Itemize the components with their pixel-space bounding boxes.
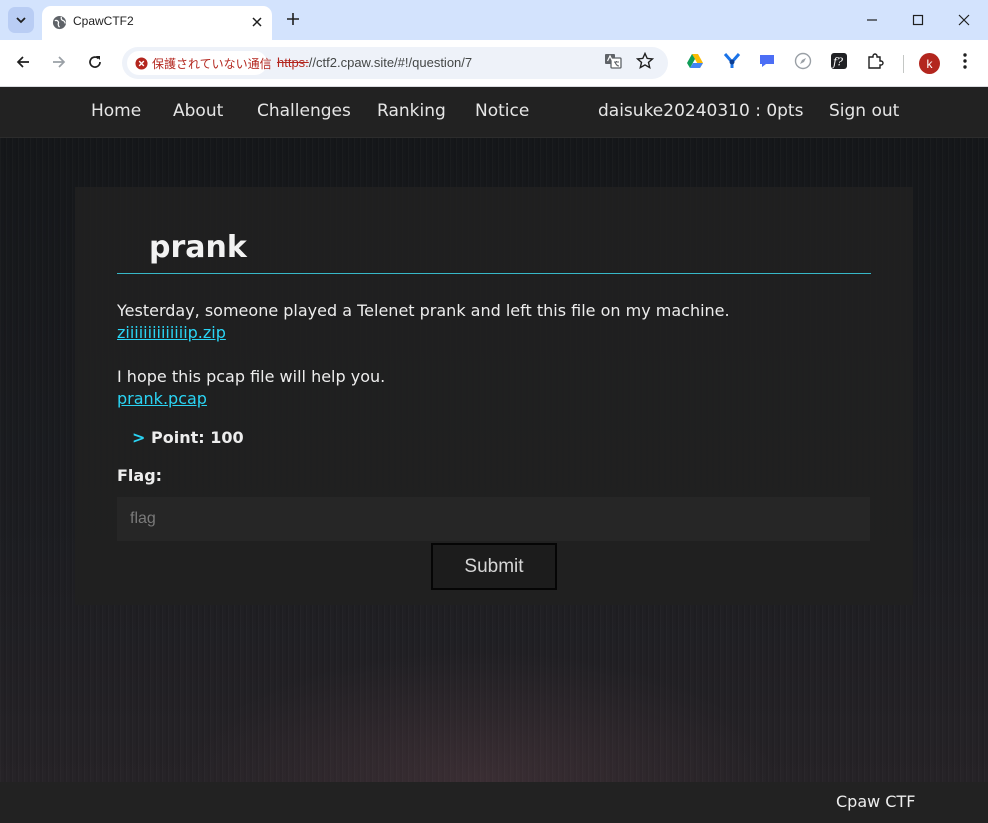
question-description-2: I hope this pcap file will help you.	[117, 367, 386, 386]
warning-icon	[135, 56, 148, 70]
url-path: //ctf2.cpaw.site/#!/question/7	[308, 55, 473, 70]
submit-button[interactable]: Submit	[431, 543, 557, 590]
tab-title: CpawCTF2	[73, 14, 134, 28]
formula-icon: f?	[830, 52, 848, 74]
new-tab-button[interactable]	[282, 9, 304, 31]
nav-ranking[interactable]: Ranking	[377, 101, 446, 121]
forward-icon	[51, 54, 67, 74]
site-footer: Cpaw CTF	[0, 782, 988, 823]
compass-icon	[794, 52, 812, 74]
points-value: Point: 100	[150, 428, 244, 447]
maximize-icon	[912, 11, 924, 30]
footer-text: Cpaw CTF	[836, 792, 916, 811]
puzzle-icon	[866, 52, 884, 74]
chat-icon	[758, 52, 776, 74]
address-bar[interactable]: 保護されていない通信 https://ctf2.cpaw.site/#!/que…	[122, 47, 668, 79]
security-label: 保護されていない通信	[152, 56, 272, 71]
site-navbar: Home About Challenges Ranking Notice dai…	[0, 87, 988, 138]
question-description-1: Yesterday, someone played a Telenet pran…	[117, 301, 730, 320]
zip-download-link[interactable]: ziiiiiiiiiiiiiip.zip	[117, 323, 226, 342]
security-chip[interactable]: 保護されていない通信	[127, 51, 272, 75]
browser-menu-button[interactable]	[954, 52, 976, 74]
reload-button[interactable]	[82, 51, 108, 77]
url-scheme: https:	[277, 55, 309, 70]
translate-icon	[604, 52, 622, 74]
nav-sign-out[interactable]: Sign out	[829, 101, 899, 121]
browser-tab-active[interactable]: CpawCTF2	[42, 6, 272, 40]
close-icon[interactable]	[248, 13, 266, 31]
maximize-button[interactable]	[895, 0, 941, 40]
close-window-button[interactable]	[941, 0, 987, 40]
pcap-download-link[interactable]: prank.pcap	[117, 389, 207, 408]
points-label: > Point: 100	[132, 428, 244, 447]
minimize-icon	[866, 11, 878, 30]
nav-notice[interactable]: Notice	[475, 101, 529, 121]
url-text[interactable]: https://ctf2.cpaw.site/#!/question/7	[277, 55, 472, 70]
reload-icon	[87, 54, 103, 74]
question-title: prank	[149, 230, 247, 265]
y-extension[interactable]	[721, 52, 743, 74]
title-underline	[117, 273, 871, 274]
formula-extension[interactable]: f?	[828, 52, 850, 74]
flag-label: Flag:	[117, 466, 163, 485]
star-icon	[635, 51, 655, 74]
extensions-button[interactable]	[864, 52, 886, 74]
forward-button[interactable]	[46, 51, 72, 77]
compass-extension[interactable]	[792, 52, 814, 74]
back-icon	[15, 54, 31, 74]
browser-toolbar: 保護されていない通信 https://ctf2.cpaw.site/#!/que…	[0, 40, 988, 87]
svg-text:f?: f?	[832, 56, 843, 69]
plus-icon	[286, 11, 300, 30]
nav-home[interactable]: Home	[91, 101, 141, 121]
google-drive-extension[interactable]	[684, 52, 706, 74]
tab-search-icon	[15, 11, 27, 30]
nav-challenges[interactable]: Challenges	[257, 101, 351, 121]
chat-extension[interactable]	[756, 52, 778, 74]
extension-icon	[723, 52, 741, 74]
browser-tabstrip: CpawCTF2	[0, 0, 988, 40]
tab-search-button[interactable]	[8, 7, 34, 33]
globe-icon	[52, 15, 67, 34]
translate-button[interactable]	[602, 52, 624, 74]
back-button[interactable]	[10, 51, 36, 77]
flag-input[interactable]	[117, 497, 870, 541]
close-icon	[958, 11, 970, 30]
minimize-button[interactable]	[849, 0, 895, 40]
profile-avatar[interactable]: k	[919, 53, 940, 74]
toolbar-divider	[903, 55, 904, 73]
bookmark-button[interactable]	[634, 51, 656, 74]
kebab-menu-icon	[962, 52, 968, 74]
nav-user-score[interactable]: daisuke20240310 : 0pts	[598, 101, 803, 121]
points-arrow: >	[132, 428, 146, 447]
nav-about[interactable]: About	[173, 101, 223, 121]
drive-icon	[686, 53, 704, 73]
